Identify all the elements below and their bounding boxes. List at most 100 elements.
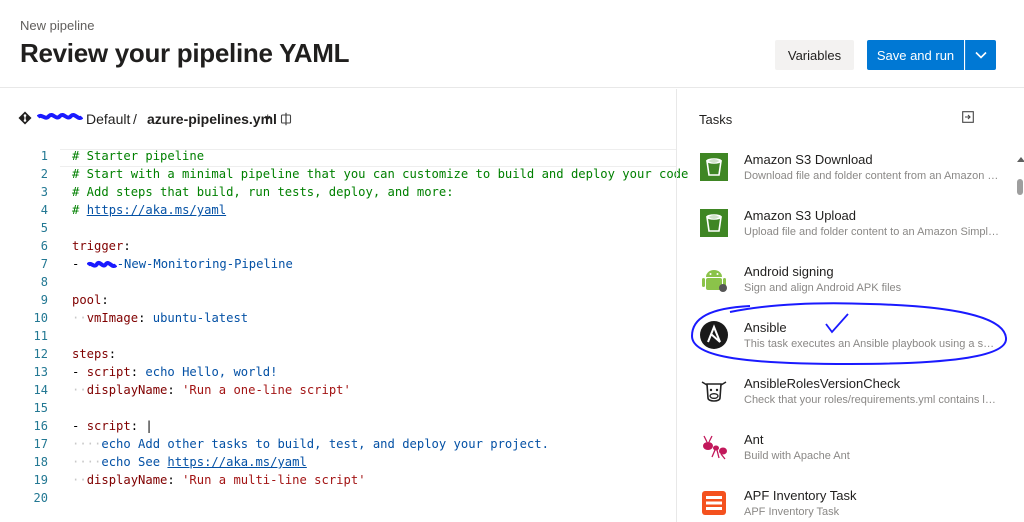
task-item-ansiblerolesversioncheck[interactable]: AnsibleRolesVersionCheck Check that your … xyxy=(677,373,1015,429)
line-number: 9 xyxy=(40,293,48,307)
code-token: 'Run a multi-line script' xyxy=(182,473,366,487)
line-text: # Start with a minimal pipeline that you… xyxy=(72,167,688,181)
line-number: 17 xyxy=(33,437,48,451)
ansible-icon xyxy=(699,320,729,350)
code-token: ·· xyxy=(72,473,87,487)
line-text: ··displayName: 'Run a one-line script' xyxy=(72,383,351,397)
code-line[interactable]: 3 # Add steps that build, run tests, depl… xyxy=(0,185,676,203)
code-line[interactable]: 17 ····echo Add other tasks to build, tes… xyxy=(0,437,676,455)
scroll-up-arrow-icon[interactable] xyxy=(1017,157,1024,162)
chevron-down-icon xyxy=(975,51,987,59)
code-token: : xyxy=(130,365,146,379)
task-description: APF Inventory Task xyxy=(744,506,840,518)
line-number: 2 xyxy=(40,167,48,181)
code-line[interactable]: 13 - script: echo Hello, world! xyxy=(0,365,676,383)
task-description: Upload file and folder content to an Ama… xyxy=(744,226,1000,238)
task-item-ant[interactable]: Ant Build with Apache Ant xyxy=(677,429,1015,485)
code-line[interactable]: 10 ··vmImage: ubuntu-latest xyxy=(0,311,676,329)
code-token: | xyxy=(145,419,153,433)
line-number: 3 xyxy=(40,185,48,199)
code-line[interactable]: 2 # Start with a minimal pipeline that yo… xyxy=(0,167,689,185)
redacted-repo-name xyxy=(37,113,83,120)
line-text: - -New-Monitoring-Pipeline xyxy=(72,257,293,271)
page-header: New pipeline Review your pipeline YAML V… xyxy=(0,0,1024,88)
task-description: Build with Apache Ant xyxy=(744,450,850,462)
code-token: - xyxy=(72,419,87,433)
save-options-dropdown-button[interactable] xyxy=(965,40,996,70)
branch-name[interactable]: Default xyxy=(86,111,130,127)
line-number: 14 xyxy=(33,383,48,397)
code-line[interactable]: 16 - script: | xyxy=(0,419,676,437)
code-token: displayName xyxy=(86,383,168,397)
page-subtitle: New pipeline xyxy=(20,18,95,33)
code-token: # Starter pipeline xyxy=(72,149,205,163)
tasks-panel: Tasks Amazon S3 Download Download file an… xyxy=(676,89,1024,522)
variables-button[interactable]: Variables xyxy=(775,40,854,70)
apf-inventory-icon xyxy=(699,488,729,518)
aws-s3-bucket-icon xyxy=(699,208,729,238)
cow-icon xyxy=(699,376,729,406)
code-token: : xyxy=(167,383,183,397)
code-line[interactable]: 7 - -New-Monitoring-Pipeline xyxy=(0,257,676,275)
code-line[interactable]: 14 ··displayName: 'Run a one-line script' xyxy=(0,383,676,401)
code-line[interactable]: 6 trigger: xyxy=(0,239,676,257)
redacted-text xyxy=(86,260,117,268)
task-item-amazon-s3-download[interactable]: Amazon S3 Download Download file and fold… xyxy=(677,149,1015,205)
line-text: - script: echo Hello, world! xyxy=(72,365,277,379)
task-item-apf-inventory-task[interactable]: APF Inventory Task APF Inventory Task xyxy=(677,485,1015,522)
code-line[interactable]: 12 steps: xyxy=(0,347,676,365)
line-text: ····echo Add other tasks to build, test,… xyxy=(72,437,549,451)
save-and-run-button[interactable]: Save and run xyxy=(867,40,964,70)
task-name: Android signing xyxy=(744,264,834,279)
code-token: - xyxy=(72,365,87,379)
code-line[interactable]: 8 xyxy=(0,275,676,293)
line-number: 18 xyxy=(33,455,48,469)
task-description: Download file and folder content from an… xyxy=(744,170,1000,182)
code-token: script xyxy=(86,365,131,379)
task-name: AnsibleRolesVersionCheck xyxy=(744,376,901,391)
rename-icon[interactable] xyxy=(280,112,292,126)
code-link[interactable]: https://aka.ms/yaml xyxy=(87,203,226,217)
code-line[interactable]: 1 # Starter pipeline xyxy=(0,149,676,167)
code-line[interactable]: 9 pool: xyxy=(0,293,676,311)
line-number: 10 xyxy=(33,311,48,325)
code-token: ···· xyxy=(72,455,102,469)
line-number: 8 xyxy=(40,275,48,289)
task-item-android-signing[interactable]: Android signing Sign and align Android AP… xyxy=(677,261,1015,317)
task-list-scrollbar[interactable] xyxy=(1016,149,1024,522)
code-token: steps xyxy=(72,347,109,361)
yaml-editor-pane: Default / azure-pipelines.yml * 1 # Start… xyxy=(0,89,689,522)
code-line[interactable]: 19 ··displayName: 'Run a multi-line scrip… xyxy=(0,473,676,491)
task-name: APF Inventory Task xyxy=(744,488,857,503)
code-line[interactable]: 4 # https://aka.ms/yaml xyxy=(0,203,676,221)
code-line[interactable]: 11 xyxy=(0,329,676,347)
line-number: 6 xyxy=(40,239,48,253)
line-text: ····echo See https://aka.ms/yaml xyxy=(72,455,307,469)
code-token: trigger xyxy=(72,239,124,253)
scroll-thumb[interactable] xyxy=(1017,179,1023,195)
file-name[interactable]: azure-pipelines.yml xyxy=(147,111,277,127)
code-line[interactable]: 5 xyxy=(0,221,676,239)
task-item-amazon-s3-upload[interactable]: Amazon S3 Upload Upload file and folder c… xyxy=(677,205,1015,261)
code-line[interactable]: 20 xyxy=(0,491,676,509)
git-repo-icon xyxy=(18,111,32,125)
line-number: 5 xyxy=(40,221,48,235)
line-number: 1 xyxy=(40,149,48,163)
collapse-panel-icon[interactable] xyxy=(962,111,974,123)
code-token: vmImage xyxy=(86,311,139,325)
task-name: Ansible xyxy=(744,320,787,335)
task-name: Ant xyxy=(744,432,764,447)
task-item-ansible[interactable]: Ansible This task executes an Ansible pla… xyxy=(677,317,1015,373)
line-number: 11 xyxy=(33,329,48,343)
line-text: # Add steps that build, run tests, deplo… xyxy=(72,185,454,199)
code-token: ···· xyxy=(72,437,102,451)
line-text: steps: xyxy=(72,347,116,361)
code-line[interactable]: 15 xyxy=(0,401,676,419)
code-editor[interactable]: 1 # Starter pipeline 2 # Start with a minim… xyxy=(0,149,689,522)
line-number: 19 xyxy=(33,473,48,487)
line-text: # Starter pipeline xyxy=(72,149,204,163)
task-name: Amazon S3 Upload xyxy=(744,208,857,223)
line-number: 4 xyxy=(40,203,48,217)
code-line[interactable]: 18 ····echo See https://aka.ms/yaml xyxy=(0,455,676,473)
code-link[interactable]: https://aka.ms/yaml xyxy=(167,455,306,469)
